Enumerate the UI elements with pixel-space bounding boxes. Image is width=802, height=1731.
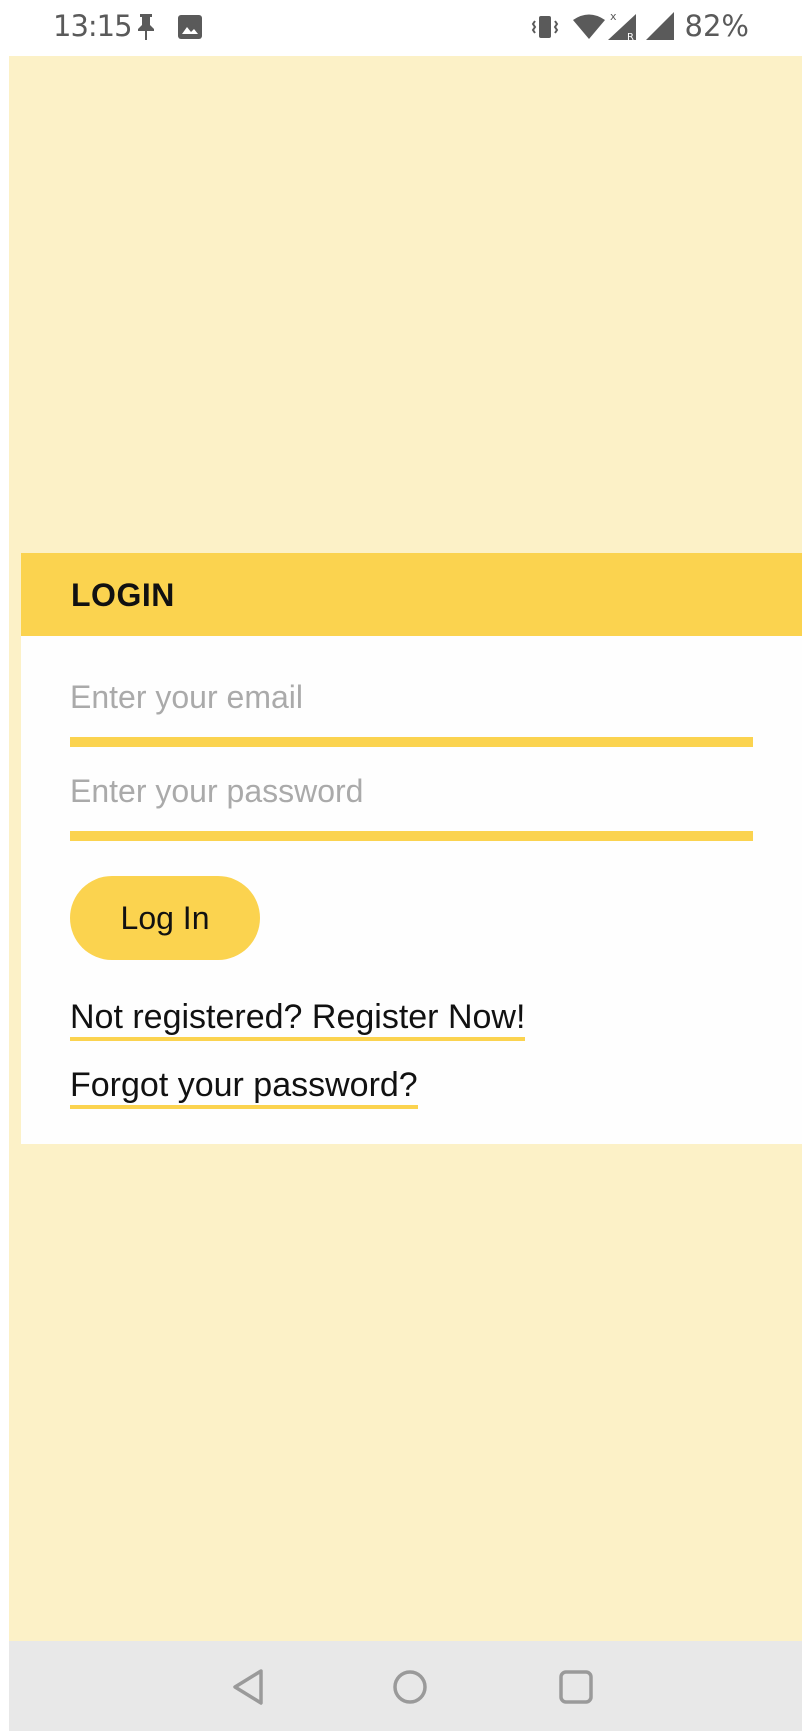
- register-link[interactable]: Not registered? Register Now!: [70, 997, 526, 1041]
- back-icon[interactable]: [229, 1667, 269, 1707]
- login-card-body: Log In Not registered? Register Now! For…: [21, 636, 802, 1144]
- login-title: LOGIN: [71, 577, 175, 613]
- vibrate-icon: [530, 14, 560, 45]
- home-icon[interactable]: [390, 1667, 430, 1707]
- login-button[interactable]: Log In: [70, 876, 260, 960]
- forgot-password-link[interactable]: Forgot your password?: [70, 1065, 418, 1109]
- email-underline: [70, 737, 753, 747]
- pin-icon: [134, 12, 158, 47]
- image-icon: [176, 13, 204, 46]
- login-card-header: LOGIN: [21, 553, 802, 636]
- status-bar: 13:15 x R 82%: [0, 0, 802, 56]
- svg-text:R: R: [627, 32, 634, 42]
- recents-icon[interactable]: [556, 1667, 596, 1707]
- navigation-bar: [9, 1641, 802, 1731]
- svg-text:x: x: [610, 10, 617, 23]
- signal-icon: [644, 10, 676, 47]
- signal-roaming-icon: x R: [606, 8, 640, 47]
- email-field[interactable]: [70, 673, 753, 721]
- status-time: 13:15: [53, 9, 133, 43]
- wifi-icon: [572, 13, 606, 46]
- password-field[interactable]: [70, 767, 753, 815]
- password-underline: [70, 831, 753, 841]
- battery-level: 82%: [684, 9, 749, 43]
